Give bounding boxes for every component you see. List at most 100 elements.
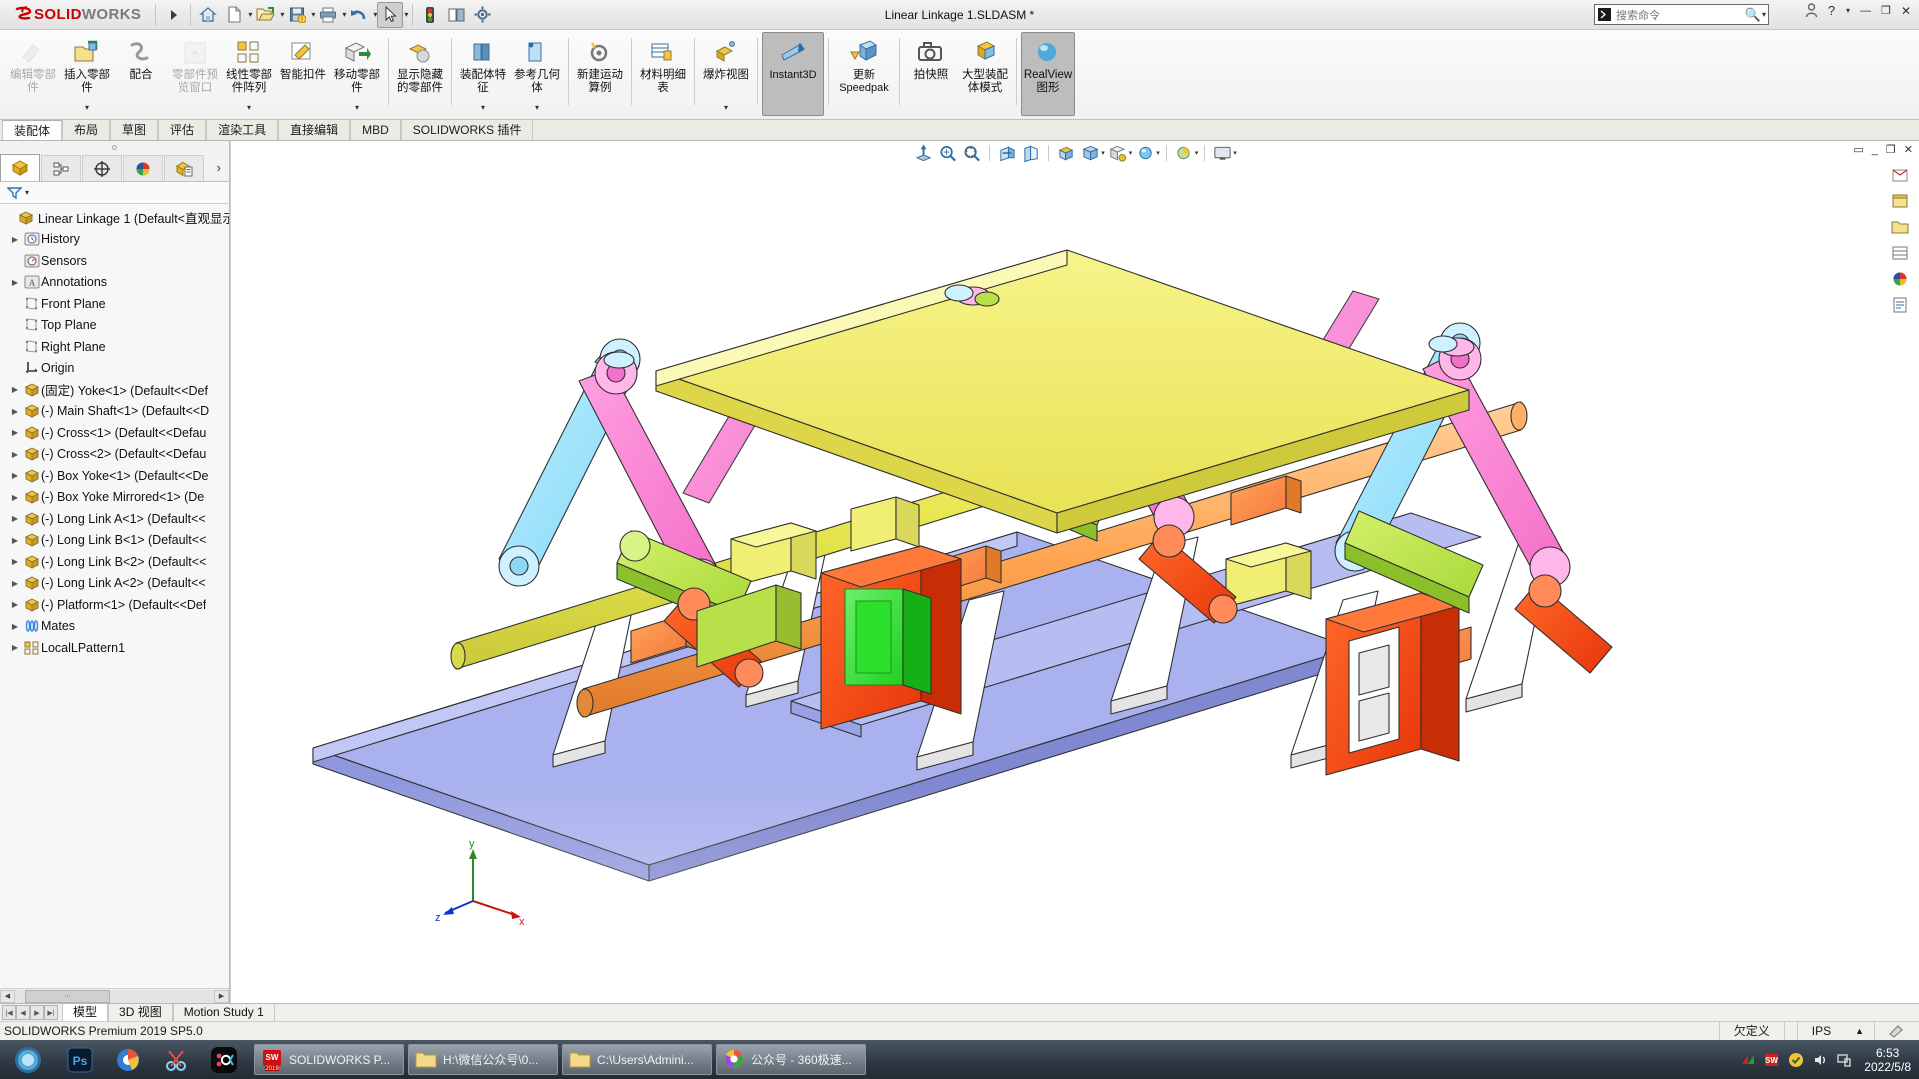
menu-expand-button[interactable] — [160, 2, 186, 28]
command-tab-布局[interactable]: 布局 — [62, 120, 111, 140]
okc-app-icon[interactable] — [200, 1040, 248, 1079]
chevron-down-icon[interactable]: ▾ — [535, 103, 539, 112]
close-button[interactable]: ✕ — [1901, 4, 1911, 18]
taskbar-browser[interactable]: 公众号 - 360极速... — [716, 1044, 866, 1075]
tree-root-node[interactable]: ▶ Linear Linkage 1 (Default<直观显示 — [0, 207, 229, 229]
tree-node[interactable]: ▶ (-) Long Link A<1> (Default<< — [0, 508, 229, 530]
tree-filter-bar[interactable]: ▾ — [0, 182, 229, 204]
expand-arrow-icon[interactable]: ▶ — [8, 622, 22, 631]
expand-arrow-icon[interactable]: ▶ — [8, 450, 22, 459]
scroll-left-button[interactable]: ◀ — [0, 989, 15, 1003]
apply-scene-icon[interactable] — [1134, 143, 1156, 163]
expand-arrow-icon[interactable]: ▶ — [8, 278, 22, 287]
last-tab-button[interactable]: ▶| — [44, 1005, 58, 1020]
search-icon[interactable]: 🔍 — [1745, 7, 1761, 23]
document-tab-3D 视图[interactable]: 3D 视图 — [108, 1004, 173, 1021]
select-tool-icon[interactable] — [377, 1, 404, 28]
expand-arrow-icon[interactable]: ▶ — [8, 428, 22, 437]
expand-arrow-icon[interactable]: ▶ — [8, 579, 22, 588]
user-account-icon[interactable] — [1805, 3, 1818, 18]
tree-node[interactable]: ▶ A Annotations — [0, 272, 229, 294]
display-manager-tab[interactable] — [123, 155, 163, 181]
prev-tab-button[interactable]: ◀ — [16, 1005, 30, 1020]
ribbon-button-exploded-view[interactable]: 爆炸视图 ▾ — [699, 32, 753, 116]
ribbon-button-realview-graphics[interactable]: RealView图形 — [1021, 32, 1075, 116]
panel-grip[interactable] — [0, 141, 229, 154]
document-tab-Motion Study 1[interactable]: Motion Study 1 — [172, 1004, 275, 1021]
expand-arrow-icon[interactable]: ▶ — [8, 493, 22, 502]
feature-manager-tab[interactable] — [0, 154, 40, 181]
search-command-box[interactable]: 搜索命令 🔍 ▾ — [1594, 4, 1769, 25]
expand-arrow-icon[interactable]: ▶ — [8, 235, 22, 244]
hide-show-items-icon[interactable] — [1079, 143, 1101, 163]
tree-node[interactable]: ▶ Right Plane — [0, 336, 229, 358]
status-units-text[interactable]: IPS — [1796, 1021, 1845, 1041]
tree-node[interactable]: ▶ (-) Cross<2> (Default<<Defau — [0, 444, 229, 466]
expand-arrow-icon[interactable]: ▶ — [8, 514, 22, 523]
ribbon-button-instant3d[interactable]: Instant3D — [762, 32, 824, 116]
command-tab-装配体[interactable]: 装配体 — [2, 120, 63, 140]
dimxpert-manager-tab[interactable] — [164, 155, 204, 181]
display-style-icon[interactable] — [443, 2, 469, 28]
custom-properties-icon[interactable] — [1889, 295, 1911, 315]
command-tab-SOLIDWORKS 插件[interactable]: SOLIDWORKS 插件 — [400, 120, 534, 140]
chevron-down-icon[interactable]: ▾ — [1129, 149, 1133, 157]
chevron-down-icon[interactable]: ▾ — [1762, 10, 1766, 19]
command-tab-渲染工具[interactable]: 渲染工具 — [206, 120, 279, 140]
home-icon[interactable] — [195, 2, 221, 28]
file-explorer-icon[interactable] — [1889, 217, 1911, 237]
zoom-to-area-icon[interactable] — [937, 143, 959, 163]
start-button[interactable] — [0, 1040, 56, 1079]
chevron-down-icon[interactable]: ▾ — [404, 10, 408, 19]
browser-icon[interactable] — [104, 1040, 152, 1079]
open-document-icon[interactable] — [252, 2, 279, 28]
restore-button[interactable]: ❐ — [1881, 4, 1891, 17]
appearances-scenes-icon[interactable] — [1889, 269, 1911, 289]
chevron-down-icon[interactable]: ▾ — [481, 103, 485, 112]
minimize-button[interactable]: — — [1860, 5, 1871, 17]
chevron-down-icon[interactable]: ▾ — [1195, 149, 1199, 157]
tray-shield-icon[interactable] — [1788, 1052, 1804, 1068]
chevron-down-icon[interactable]: ▾ — [1846, 6, 1850, 15]
property-manager-tab[interactable] — [41, 155, 81, 181]
solidworks-resources-icon[interactable] — [1889, 165, 1911, 185]
command-tab-评估[interactable]: 评估 — [158, 120, 207, 140]
ribbon-button-insert-components[interactable]: 插入零部件 ▾ — [60, 32, 114, 116]
ribbon-button-mate[interactable]: 配合 — [114, 32, 168, 116]
tree-node[interactable]: ▶ (-) Box Yoke Mirrored<1> (De — [0, 487, 229, 509]
scroll-right-button[interactable]: ▶ — [214, 989, 229, 1003]
graphics-area[interactable]: ▾ ▾ ▾ ▾ ▾ ▭ _ ❐ ✕ y x z — [231, 141, 1919, 1003]
chevron-down-icon[interactable]: ▾ — [1233, 149, 1237, 157]
status-units-caret-icon[interactable]: ▲ — [1845, 1022, 1874, 1041]
display-screen-icon[interactable] — [1211, 143, 1233, 163]
tree-node[interactable]: ▶ Front Plane — [0, 293, 229, 315]
taskbar-solidworks[interactable]: SW 2019 SOLIDWORKS P... — [254, 1044, 404, 1075]
ribbon-button-bill-of-materials[interactable]: 材料明细表 — [636, 32, 690, 116]
view-orientation-icon[interactable] — [1020, 143, 1042, 163]
chevron-down-icon[interactable]: ▾ — [1156, 149, 1160, 157]
configuration-manager-tab[interactable] — [82, 155, 122, 181]
new-document-icon[interactable] — [221, 2, 247, 28]
chevron-down-icon[interactable]: ▾ — [1101, 149, 1105, 157]
ribbon-button-reference-geometry[interactable]: 参考几何体 ▾ — [510, 32, 564, 116]
photoshop-icon[interactable]: Ps — [56, 1040, 104, 1079]
expand-arrow-icon[interactable]: ▶ — [8, 557, 22, 566]
view-settings-icon[interactable] — [1173, 143, 1195, 163]
expand-arrow-icon[interactable]: ▶ — [8, 385, 22, 394]
tree-node[interactable]: ▶ (-) Cross<1> (Default<<Defau — [0, 422, 229, 444]
edit-appearance-icon[interactable] — [1107, 143, 1129, 163]
scrollbar-track[interactable]: ⋯ — [15, 989, 214, 1003]
ribbon-button-edit-component[interactable]: 编辑零部件 — [6, 32, 60, 116]
tree-node[interactable]: ▶ (固定) Yoke<1> (Default<<Def — [0, 379, 229, 401]
doc-restore-button[interactable]: ▭ — [1853, 143, 1863, 156]
section-view-icon[interactable] — [996, 143, 1018, 163]
tree-node[interactable]: ▶ (-) Long Link B<2> (Default<< — [0, 551, 229, 573]
tree-node[interactable]: ▶ LocalLPattern1 — [0, 637, 229, 659]
doc-minimize-button[interactable]: _ — [1872, 144, 1878, 156]
help-button[interactable]: ? — [1828, 3, 1835, 18]
tree-node[interactable]: ▶ (-) Long Link A<2> (Default<< — [0, 573, 229, 595]
next-tab-button[interactable]: ▶ — [30, 1005, 44, 1020]
ribbon-button-take-snapshot[interactable]: 拍快照 — [904, 32, 958, 116]
display-style-icon[interactable] — [1055, 143, 1077, 163]
doc-maximize-button[interactable]: ❐ — [1886, 143, 1896, 156]
